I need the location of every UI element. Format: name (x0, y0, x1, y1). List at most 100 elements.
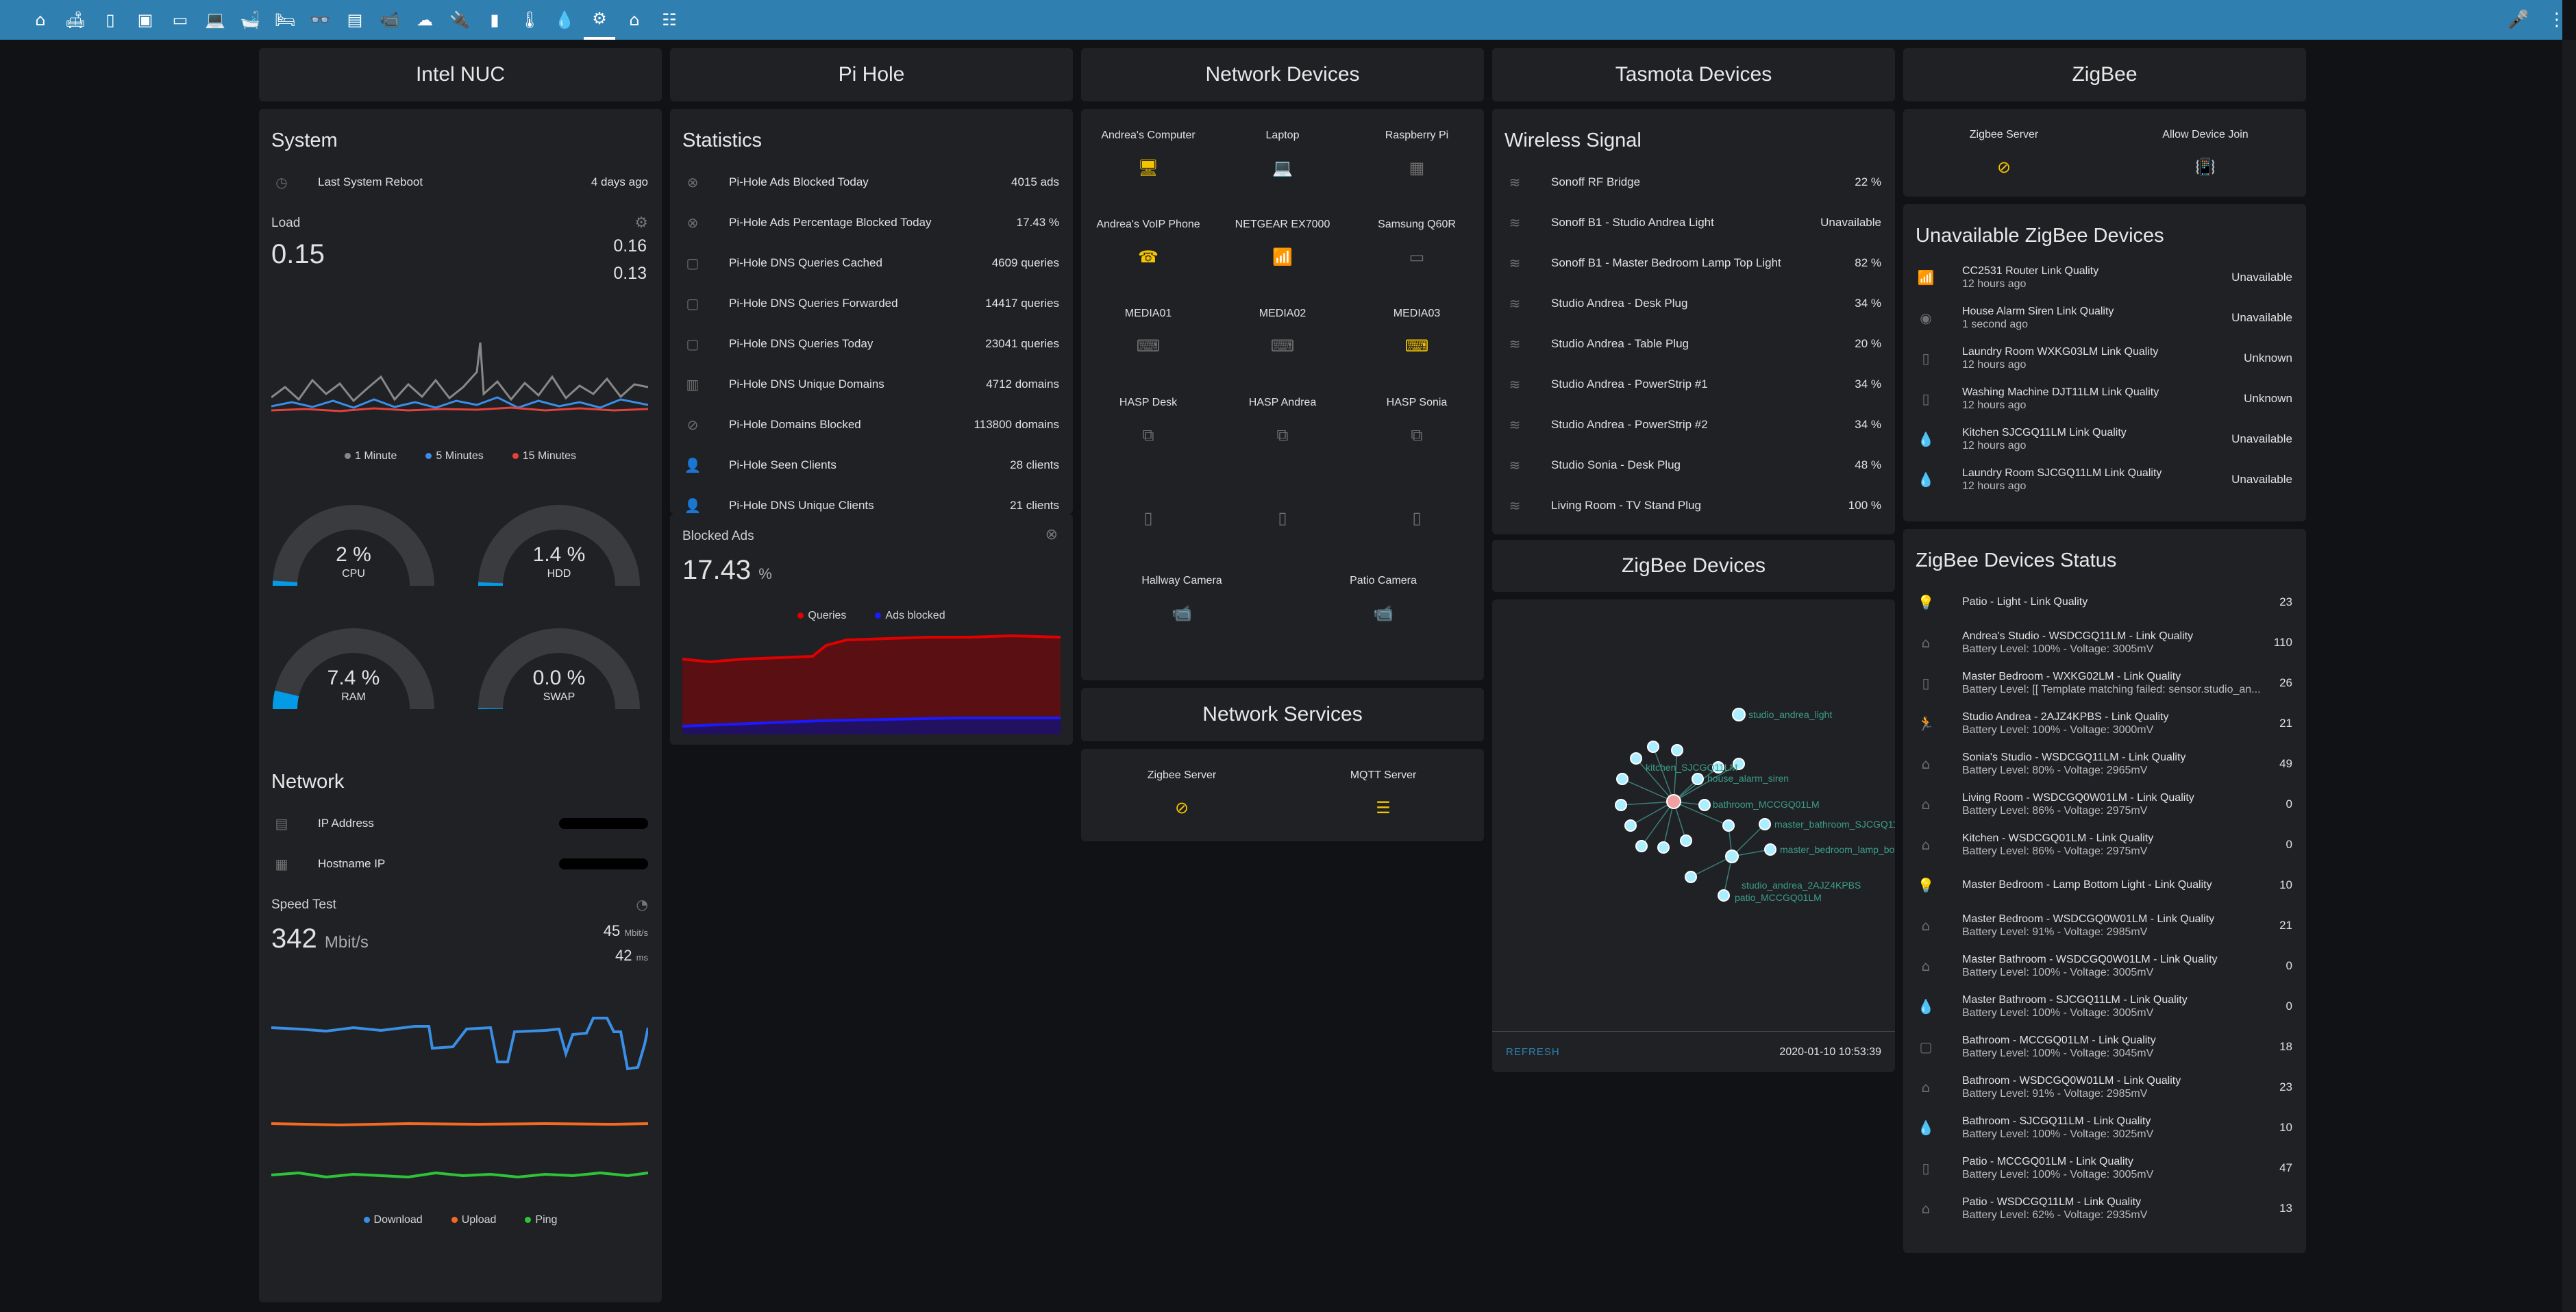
column-network-devices: Network Devices Andrea's Computer 🖥 Laptop… (1081, 48, 1484, 849)
device-tile[interactable]: NETGEAR EX7000 📶 (1215, 198, 1350, 287)
device-tile[interactable]: MEDIA01 ⌨ (1081, 287, 1215, 376)
zigbee-device-row[interactable]: 💧 Master Bathroom - SJCGQ11LM - Link Qual… (1903, 986, 2306, 1026)
device-tile[interactable]: Raspberry Pi ▦ (1350, 109, 1484, 198)
legend-ping[interactable]: Ping (525, 1214, 557, 1226)
zigbee-device-row[interactable]: ⌂ Master Bedroom - WSDCGQ0W01LM - Link Qu… (1903, 905, 2306, 945)
pihole-stat-row[interactable]: 👤 Pi-Hole Seen Clients 28 clients (670, 445, 1073, 485)
glasses-icon[interactable]: 👓 (304, 0, 336, 40)
pihole-stat-row[interactable]: ▢ Pi-Hole DNS Queries Today 23041 queries (670, 323, 1073, 364)
laptop-icon[interactable]: 💻 (199, 0, 231, 40)
zigbee-device-row[interactable]: ◉ House Alarm Siren Link Quality 1 second … (1903, 297, 2306, 338)
zigbee-device-row[interactable]: ⌂ Bathroom - WSDCGQ0W01LM - Link Quality B… (1903, 1067, 2306, 1107)
wifi-signal-row[interactable]: ≋ Studio Andrea - Desk Plug 34 % (1492, 283, 1895, 323)
zigbee-device-row[interactable]: ⌂ Sonia's Studio - WSDCGQ11LM - Link Qual… (1903, 743, 2306, 784)
gauge-value: 7.4 % (327, 667, 380, 689)
bed-icon[interactable]: 🛏 (269, 0, 301, 40)
zigbee-device-row[interactable]: 💡 Patio - Light - Link Quality 23 (1903, 582, 2306, 622)
pihole-stat-row[interactable]: ⊘ Pi-Hole Domains Blocked 113800 domains (670, 404, 1073, 445)
zigbee-device-row[interactable]: ⌂ Master Bathroom - WSDCGQ0W01LM - Link Q… (1903, 945, 2306, 986)
wifi-icon: ≋ (1509, 335, 1521, 352)
device-tile[interactable]: HASP Andrea ⧉ (1215, 376, 1350, 465)
washer-icon[interactable]: ▣ (129, 0, 161, 40)
zigbee-device-row[interactable]: ▯ Laundry Room WXKG03LM Link Quality 12 ho… (1903, 338, 2306, 378)
wifi-signal-row[interactable]: ≋ Sonoff B1 - Master Bedroom Lamp Top Lig… (1492, 243, 1895, 283)
zigbee-device-row[interactable]: 🏃 Studio Andrea - 2AJZ4KPBS - Link Qualit… (1903, 703, 2306, 743)
device-tile[interactable]: Andrea's Computer 🖥 (1081, 109, 1215, 198)
zigbee-device-row[interactable]: 💧 Bathroom - SJCGQ11LM - Link Quality Batt… (1903, 1107, 2306, 1148)
zigbee-network-map[interactable]: studio_andrea_light house_alarm_siren ba… (1492, 599, 1895, 1031)
plug-icon[interactable]: 🔌 (444, 0, 475, 40)
pihole-stat-row[interactable]: ⊗ Pi-Hole Ads Blocked Today 4015 ads (670, 162, 1073, 202)
device-tile[interactable]: Samsung Q60R ▭ (1350, 198, 1484, 287)
reboot-row[interactable]: ◷ Last System Reboot 4 days ago (259, 162, 662, 202)
ip-row[interactable]: ▤ IP Address (259, 803, 662, 843)
zigbee-device-row[interactable]: 💧 Kitchen SJCGQ11LM Link Quality 12 hours … (1903, 419, 2306, 459)
wifi-signal-row[interactable]: ≋ Sonoff B1 - Studio Andrea Light Unavaila… (1492, 202, 1895, 243)
wifi-signal-row[interactable]: ≋ Studio Andrea - Table Plug 20 % (1492, 323, 1895, 364)
zigbee-device-row[interactable]: 💡 Master Bedroom - Lamp Bottom Light - Li… (1903, 865, 2306, 905)
zigbee-device-row[interactable]: ⌂ Andrea's Studio - WSDCGQ11LM - Link Qua… (1903, 622, 2306, 663)
legend-upload[interactable]: Upload (451, 1214, 496, 1226)
zigbee-device-row[interactable]: ▢ Bathroom - MCCGQ01LM - Link Quality Batt… (1903, 1026, 2306, 1067)
zigbee-device-row[interactable]: ▯ Master Bedroom - WXKG02LM - Link Qualit… (1903, 663, 2306, 703)
zigbee-server-button[interactable]: Zigbee Server ⊘ (1903, 109, 2105, 197)
device-tile[interactable]: ▯ (1350, 465, 1484, 554)
legend-15-minutes[interactable]: 15 Minutes (512, 450, 576, 462)
device-tile[interactable]: HASP Sonia ⧉ (1350, 376, 1484, 465)
sofa-icon[interactable]: 🛋 (60, 0, 91, 40)
thermometer-icon[interactable]: 🌡 (514, 0, 545, 40)
server-icon[interactable]: ▤ (339, 0, 371, 40)
map-footer: REFRESH 2020-01-10 10:53:39 (1492, 1031, 1895, 1072)
wifi-signal-row[interactable]: ≋ Studio Sonia - Desk Plug 48 % (1492, 445, 1895, 485)
allow-device-join-button[interactable]: Allow Device Join 📳 (2105, 109, 2306, 197)
device-tile[interactable]: Andrea's VoIP Phone ☎ (1081, 198, 1215, 287)
device-tile[interactable]: ▯ (1081, 465, 1215, 554)
pihole-stat-row[interactable]: ⊗ Pi-Hole Ads Percentage Blocked Today 17.… (670, 202, 1073, 243)
device-tile[interactable]: MEDIA02 ⌨ (1215, 287, 1350, 376)
weather-icon[interactable]: ☁ (409, 0, 441, 40)
wifi-signal-row[interactable]: ≋ Studio Andrea - PowerStrip #2 34 % (1492, 404, 1895, 445)
pihole-stat-row[interactable]: ▢ Pi-Hole DNS Queries Forwarded 14417 quer… (670, 283, 1073, 323)
legend-1-minute[interactable]: 1 Minute (344, 450, 397, 462)
refresh-button[interactable]: REFRESH (1506, 1046, 1560, 1058)
device-tile[interactable]: ▯ (1215, 465, 1350, 554)
wifi-signal-row[interactable]: ≋ Living Room - TV Stand Plug 100 % (1492, 485, 1895, 525)
wifi-signal-row[interactable]: ≋ Studio Andrea - PowerStrip #1 34 % (1492, 364, 1895, 404)
bath-icon[interactable]: 🛁 (234, 0, 266, 40)
water-icon[interactable]: 💧 (549, 0, 580, 40)
fridge-icon[interactable]: ▯ (95, 0, 126, 40)
pihole-stat-row[interactable]: ▢ Pi-Hole DNS Queries Cached 4609 queries (670, 243, 1073, 283)
home-icon[interactable]: ⌂ (25, 0, 56, 40)
zigbee-device-row[interactable]: ⌂ Living Room - WSDCGQ0W01LM - Link Quali… (1903, 784, 2306, 824)
pihole-stat-row[interactable]: ▥ Pi-Hole DNS Unique Domains 4712 domains (670, 364, 1073, 404)
camera-tile[interactable]: Hallway Camera 📹 (1081, 554, 1283, 643)
hostname-row[interactable]: ▦ Hostname IP (259, 843, 662, 884)
gear-icon[interactable]: ⚙ (584, 0, 615, 40)
service-mqtt-server[interactable]: MQTT Server ☰ (1283, 749, 1484, 838)
device-tile[interactable]: MEDIA03 ⌨ (1350, 287, 1484, 376)
scrollbar[interactable] (2562, 40, 2576, 1312)
cctv-icon[interactable]: 📹 (374, 0, 406, 40)
legend-download[interactable]: Download (363, 1214, 423, 1226)
zigbee-device-row[interactable]: ⌂ Kitchen - WSDCGQ01LM - Link Quality Batt… (1903, 824, 2306, 865)
pihole-stat-row[interactable]: 👤 Pi-Hole DNS Unique Clients 21 clients (670, 485, 1073, 514)
zigbee-device-row[interactable]: 💧 Laundry Room SJCGQ11LM Link Quality 12 h… (1903, 459, 2306, 499)
service-zigbee-server[interactable]: Zigbee Server ⊘ (1081, 749, 1283, 838)
camera-tile[interactable]: Patio Camera 📹 (1283, 554, 1484, 643)
zigbee-device-row[interactable]: ▯ Washing Machine DJT11LM Link Quality 12 … (1903, 378, 2306, 419)
wifi-signal-row[interactable]: ≋ Sonoff RF Bridge 22 % (1492, 162, 1895, 202)
device-tile[interactable]: Laptop 💻 (1215, 109, 1350, 198)
legend-queries[interactable]: Queries (797, 610, 846, 622)
legend-5-minutes[interactable]: 5 Minutes (425, 450, 484, 462)
tv-icon[interactable]: ▭ (164, 0, 196, 40)
house-icon[interactable]: ⌂ (619, 0, 650, 40)
legend-ads-blocked[interactable]: Ads blocked (875, 610, 945, 622)
zigbee-device-row[interactable]: ⌂ Patio - WSDCGQ11LM - Link Quality Batter… (1903, 1188, 2306, 1228)
settings-icon[interactable]: ☷ (654, 0, 685, 40)
zigbee-device-row[interactable]: ▯ Patio - MCCGQ01LM - Link Quality Battery… (1903, 1148, 2306, 1188)
more-icon[interactable]: ⋮ (2538, 10, 2576, 30)
mic-icon[interactable]: 🎤 (2499, 10, 2538, 30)
device-tile[interactable]: HASP Desk ⧉ (1081, 376, 1215, 465)
zigbee-device-row[interactable]: 📶 CC2531 Router Link Quality 12 hours ago U… (1903, 257, 2306, 297)
battery-icon[interactable]: ▮ (479, 0, 510, 40)
